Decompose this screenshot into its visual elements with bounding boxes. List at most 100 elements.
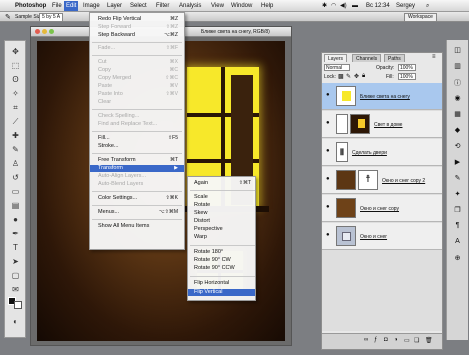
slice-tool-icon[interactable]: ⟋	[8, 115, 23, 128]
eyedropper-icon[interactable]: ✎	[5, 13, 11, 21]
submenu-item-skew[interactable]: Skew	[194, 210, 255, 217]
submenu-item-perspective[interactable]: Perspective	[194, 226, 255, 233]
menu-file[interactable]: File	[52, 2, 62, 10]
lock-pixels-icon[interactable]: ✎	[346, 73, 351, 80]
info-panel-icon[interactable]: ⓘ	[451, 78, 464, 88]
layer-style-icon[interactable]: ƒ	[374, 337, 377, 343]
menu-item-fill[interactable]: Fill... ⇧F5	[98, 135, 184, 142]
notes-tool-icon[interactable]: ✉	[8, 283, 23, 296]
layer-name[interactable]: Окно и снег	[360, 234, 387, 240]
visibility-eye-icon[interactable]: ●	[326, 148, 331, 154]
link-layers-icon[interactable]: ∞	[364, 337, 368, 343]
tool-presets-icon[interactable]: ✦	[451, 190, 464, 200]
new-layer-icon[interactable]: ❏	[414, 337, 419, 344]
lock-transparency-icon[interactable]: ▩	[338, 73, 344, 80]
lock-position-icon[interactable]: ✥	[354, 73, 359, 80]
layer-row[interactable]: ● Окно и снег	[322, 223, 442, 250]
layer-name[interactable]: Свет в доме	[374, 122, 402, 128]
background-color-swatch[interactable]	[14, 301, 22, 309]
lasso-tool-icon[interactable]: ʘ	[8, 73, 23, 86]
styles-panel-icon[interactable]: ◆	[451, 126, 464, 136]
menu-help[interactable]: Help	[261, 2, 273, 10]
paragraph-panel-icon[interactable]: ¶	[451, 222, 464, 232]
magic-wand-icon[interactable]: ✧	[8, 87, 23, 100]
path-select-icon[interactable]: ➤	[8, 255, 23, 268]
menu-edit[interactable]: Edit	[64, 1, 79, 11]
submenu-item-rotate-90-cw[interactable]: Rotate 90° CW	[194, 257, 255, 264]
menu-select[interactable]: Select	[130, 2, 147, 10]
menu-view[interactable]: View	[211, 2, 224, 10]
submenu-item-again[interactable]: Again ⇧⌘T	[194, 180, 255, 187]
menu-item-step-backward[interactable]: Step Backward ⌥⌘Z	[98, 32, 184, 39]
menu-filter[interactable]: Filter	[156, 2, 169, 10]
submenu-item-rotate-180[interactable]: Rotate 180°	[194, 249, 255, 256]
fill-input[interactable]: 100%	[398, 73, 416, 80]
lock-all-icon[interactable]: 🔒︎	[362, 73, 365, 80]
menu-photoshop[interactable]: Photoshop	[15, 2, 46, 10]
layer-row[interactable]: ● ☨ Окно и снег copy 2	[322, 167, 442, 194]
add-mask-icon[interactable]: ◘	[384, 337, 388, 343]
visibility-eye-icon[interactable]: ●	[326, 232, 331, 238]
volume-icon[interactable]: ◀)	[340, 2, 347, 10]
layer-name[interactable]: Сделать двери	[352, 150, 387, 156]
history-panel-icon[interactable]: ⟲	[451, 142, 464, 152]
menu-item-redo-flip-vertical[interactable]: Redo Flip Vertical ⌘Z	[98, 16, 184, 23]
submenu-item-scale[interactable]: Scale	[194, 194, 255, 201]
history-brush-icon[interactable]: ↺	[8, 171, 23, 184]
panel-menu-icon[interactable]: ≡	[432, 54, 436, 60]
marquee-tool-icon[interactable]: ⬚	[8, 59, 23, 72]
layer-row[interactable]: ● Окно и снег copy	[322, 195, 442, 222]
submenu-item-distort[interactable]: Distort	[194, 218, 255, 225]
menu-analysis[interactable]: Analysis	[179, 2, 201, 10]
wifi-icon[interactable]: ◠	[331, 2, 336, 10]
submenu-item-warp[interactable]: Warp	[194, 234, 255, 241]
layer-row[interactable]: ● Свет в доме	[322, 111, 442, 138]
menu-item-color-settings[interactable]: Color Settings... ⇧⌘K	[98, 195, 184, 202]
spotlight-icon[interactable]: ⌕	[426, 2, 429, 10]
gradient-tool-icon[interactable]: ▤	[8, 199, 23, 212]
crop-tool-icon[interactable]: ⌗	[8, 101, 23, 114]
histogram-panel-icon[interactable]: ▥	[451, 62, 464, 72]
menubar-user[interactable]: Sergey	[396, 2, 415, 10]
tab-layers[interactable]: Layers	[324, 54, 348, 62]
brush-tool-icon[interactable]: ✎	[8, 143, 23, 156]
brushes-panel-icon[interactable]: ✎	[451, 174, 464, 184]
menu-item-show-all-menu-items[interactable]: Show All Menu Items	[98, 223, 184, 230]
pen-tool-icon[interactable]: ✒	[8, 227, 23, 240]
tab-channels[interactable]: Channels	[352, 54, 382, 62]
workspace-button[interactable]: Workspace	[404, 13, 437, 22]
battery-icon[interactable]: ▬	[352, 2, 358, 10]
healing-brush-icon[interactable]: ✚	[8, 129, 23, 142]
color-panel-icon[interactable]: ◉	[451, 94, 464, 104]
clone-source-icon[interactable]: ⊕	[451, 254, 464, 264]
menu-window[interactable]: Window	[231, 2, 252, 10]
zoom-window-icon[interactable]	[49, 29, 54, 34]
menu-item-free-transform[interactable]: Free Transform ⌘T	[98, 157, 184, 164]
move-tool-icon[interactable]: ✥	[8, 45, 23, 58]
submenu-item-rotate[interactable]: Rotate	[194, 202, 255, 209]
minimize-window-icon[interactable]	[42, 29, 47, 34]
dodge-tool-icon[interactable]: ●	[8, 213, 23, 226]
eraser-tool-icon[interactable]: ▭	[8, 185, 23, 198]
layer-row[interactable]: ● Ближе света на снегу	[322, 83, 442, 110]
layer-name[interactable]: Окно и снег copy	[360, 206, 399, 212]
blend-mode-select[interactable]: Normal	[324, 64, 350, 71]
navigator-panel-icon[interactable]: ◫	[451, 46, 464, 56]
shape-tool-icon[interactable]: ▢	[8, 269, 23, 282]
stamp-tool-icon[interactable]: ♙	[8, 157, 23, 170]
actions-panel-icon[interactable]: ▶	[451, 158, 464, 168]
menu-item-stroke[interactable]: Stroke...	[98, 143, 184, 150]
menu-item-menus[interactable]: Menus... ⌥⇧⌘M	[98, 209, 184, 216]
swatches-panel-icon[interactable]: ▦	[451, 110, 464, 120]
visibility-eye-icon[interactable]: ●	[326, 176, 331, 182]
visibility-eye-icon[interactable]: ●	[326, 92, 331, 98]
delete-layer-icon[interactable]: 🗑︎	[425, 337, 433, 344]
visibility-eye-icon[interactable]: ●	[326, 120, 331, 126]
layer-name[interactable]: Окно и снег copy 2	[382, 178, 425, 184]
quick-mask-icon[interactable]: ◐	[8, 315, 23, 328]
opacity-input[interactable]: 100%	[398, 64, 416, 71]
adjustment-layer-icon[interactable]: ◑	[394, 337, 398, 343]
character-panel-icon[interactable]: A	[451, 238, 464, 248]
submenu-item-flip-vertical[interactable]: Flip Vertical	[188, 289, 255, 296]
bluetooth-icon[interactable]: ✱	[322, 2, 327, 10]
